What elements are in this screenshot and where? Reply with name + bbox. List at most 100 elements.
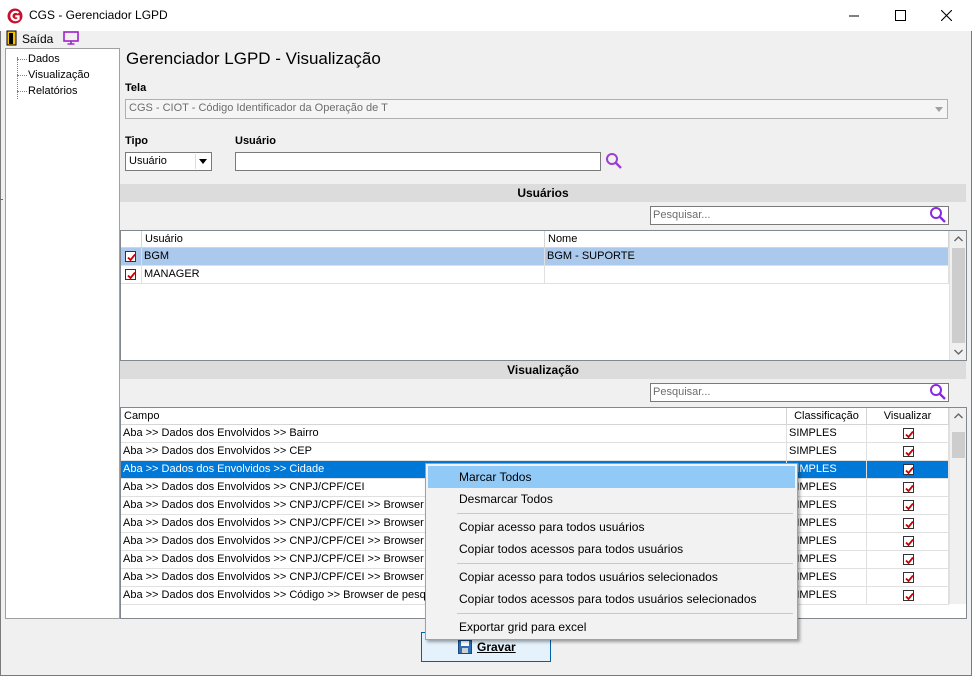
checkbox-checked-icon[interactable] <box>903 553 914 565</box>
cell-classificacao: SIMPLES <box>787 515 867 533</box>
scrollbar-thumb[interactable] <box>952 248 965 343</box>
users-search-input[interactable]: Pesquisar... <box>650 206 949 225</box>
menu-bar <box>1 31 970 47</box>
checkbox-checked-icon[interactable] <box>903 535 914 547</box>
cell-campo: Aba >> Dados dos Envolvidos >> CEP <box>121 443 787 461</box>
table-row[interactable]: Aba >> Dados dos Envolvidos >> CEP SIMPLE… <box>121 443 949 461</box>
cell-usuario: BGM <box>142 248 545 266</box>
scroll-up-icon[interactable] <box>954 413 963 419</box>
cell-visualizar[interactable] <box>867 551 949 569</box>
cell-classificacao: SIMPLES <box>787 587 867 605</box>
cell-classificacao: SIMPLES <box>787 533 867 551</box>
scroll-up-icon[interactable] <box>954 236 963 242</box>
maximize-button[interactable] <box>877 0 923 31</box>
cell-campo: Aba >> Dados dos Envolvidos >> Bairro <box>121 425 787 443</box>
monitor-icon[interactable] <box>63 31 79 45</box>
tipo-select[interactable]: Usuário <box>125 152 212 171</box>
menu-separator <box>457 613 793 614</box>
usuario-label: Usuário <box>235 135 276 147</box>
view-grid-header: Campo Classificação Visualizar <box>121 408 949 425</box>
search-icon[interactable] <box>929 383 947 401</box>
menu-item-desmarcar-todos[interactable]: Desmarcar Todos <box>428 488 795 510</box>
search-icon[interactable] <box>929 206 947 224</box>
context-menu: Marcar Todos Desmarcar Todos Copiar aces… <box>425 463 798 640</box>
cell-nome <box>545 266 949 284</box>
tree-connector <box>17 59 27 60</box>
close-button[interactable] <box>923 0 969 31</box>
checkbox-checked-icon[interactable] <box>903 571 914 583</box>
checkbox-column-header[interactable] <box>121 231 142 248</box>
view-search-input[interactable]: Pesquisar... <box>650 383 949 402</box>
row-checkbox[interactable] <box>121 248 142 266</box>
column-header-campo[interactable]: Campo <box>121 408 787 425</box>
users-grid-header: Usuário Nome <box>121 231 949 248</box>
cell-visualizar[interactable] <box>867 533 949 551</box>
checkbox-checked-icon[interactable] <box>903 463 914 475</box>
tipo-label: Tipo <box>125 135 149 147</box>
column-header-visualizar[interactable]: Visualizar <box>867 408 949 425</box>
checkbox-checked-icon[interactable] <box>903 499 914 511</box>
menu-item-copiar-todos-acessos-selecionados[interactable]: Copiar todos acessos para todos usuários… <box>428 588 795 610</box>
column-header-usuario[interactable]: Usuário <box>142 231 545 248</box>
close-icon <box>940 10 952 21</box>
tree-item-dados[interactable]: Dados <box>28 53 60 65</box>
cell-visualizar[interactable] <box>867 497 949 515</box>
cell-visualizar[interactable] <box>867 587 949 605</box>
menu-item-copiar-todos-acessos-todos[interactable]: Copiar todos acessos para todos usuários <box>428 538 795 560</box>
navigation-tree: Dados Visualização Relatórios <box>5 48 120 619</box>
tela-select[interactable]: CGS - CIOT - Código Identificador da Ope… <box>125 99 948 119</box>
checkbox-checked-icon[interactable] <box>903 427 914 439</box>
menu-separator <box>457 513 793 514</box>
exit-door-icon <box>6 30 17 46</box>
app-logo-icon <box>7 8 23 24</box>
search-icon[interactable] <box>605 152 623 170</box>
title-bar[interactable]: CGS - Gerenciador LGPD <box>0 0 972 31</box>
row-checkbox[interactable] <box>121 266 142 284</box>
window-title: CGS - Gerenciador LGPD <box>29 8 168 22</box>
scroll-down-icon[interactable] <box>954 349 963 355</box>
column-header-classificacao[interactable]: Classificação <box>787 408 867 425</box>
maximize-icon <box>894 10 906 21</box>
usuario-input[interactable] <box>235 152 601 171</box>
minimize-icon <box>849 15 859 16</box>
cell-visualizar[interactable] <box>867 443 949 461</box>
tela-select-value: CGS - CIOT - Código Identificador da Ope… <box>129 102 388 114</box>
users-vertical-scrollbar[interactable] <box>949 231 966 360</box>
cell-visualizar[interactable] <box>867 425 949 443</box>
users-section-header: Usuários <box>120 184 966 202</box>
checkbox-checked-icon[interactable] <box>903 589 914 601</box>
cell-classificacao: SIMPLES <box>787 443 867 461</box>
checkbox-checked-icon[interactable] <box>903 445 914 457</box>
checkbox-checked-icon[interactable] <box>903 481 914 493</box>
column-header-nome[interactable]: Nome <box>545 231 949 248</box>
users-grid: Usuário Nome BGM BGM - SUPORTE MANAGER <box>120 230 967 361</box>
cell-classificacao: SIMPLES <box>787 461 867 479</box>
cell-visualizar[interactable] <box>867 569 949 587</box>
table-row[interactable]: BGM BGM - SUPORTE <box>121 248 949 266</box>
view-vertical-scrollbar[interactable] <box>949 408 966 604</box>
checkbox-checked-icon[interactable] <box>903 517 914 529</box>
cell-visualizar[interactable] <box>867 461 949 479</box>
tipo-select-value: Usuário <box>129 155 167 167</box>
cell-nome: BGM - SUPORTE <box>545 248 949 266</box>
table-row[interactable]: Aba >> Dados dos Envolvidos >> Bairro SIM… <box>121 425 949 443</box>
cell-visualizar[interactable] <box>867 515 949 533</box>
cell-classificacao: SIMPLES <box>787 479 867 497</box>
cell-classificacao: SIMPLES <box>787 551 867 569</box>
menu-exit[interactable]: Saída <box>22 32 53 46</box>
menu-item-copiar-acesso-todos[interactable]: Copiar acesso para todos usuários <box>428 516 795 538</box>
scrollbar-thumb[interactable] <box>952 432 965 458</box>
minimize-button[interactable] <box>831 0 877 31</box>
cell-visualizar[interactable] <box>867 479 949 497</box>
menu-item-marcar-todos[interactable]: Marcar Todos <box>428 466 795 488</box>
cell-usuario: MANAGER <box>142 266 545 284</box>
menu-item-exportar-excel[interactable]: Exportar grid para excel <box>428 616 795 638</box>
checkbox-checked-icon <box>125 250 136 262</box>
cell-classificacao: SIMPLES <box>787 497 867 515</box>
table-row[interactable]: MANAGER <box>121 266 949 284</box>
tree-connector <box>17 75 27 76</box>
tree-item-visualizacao[interactable]: Visualização <box>28 69 90 81</box>
tree-item-relatorios[interactable]: Relatórios <box>28 85 78 97</box>
menu-item-copiar-acesso-selecionados[interactable]: Copiar acesso para todos usuários seleci… <box>428 566 795 588</box>
menu-separator <box>457 563 793 564</box>
